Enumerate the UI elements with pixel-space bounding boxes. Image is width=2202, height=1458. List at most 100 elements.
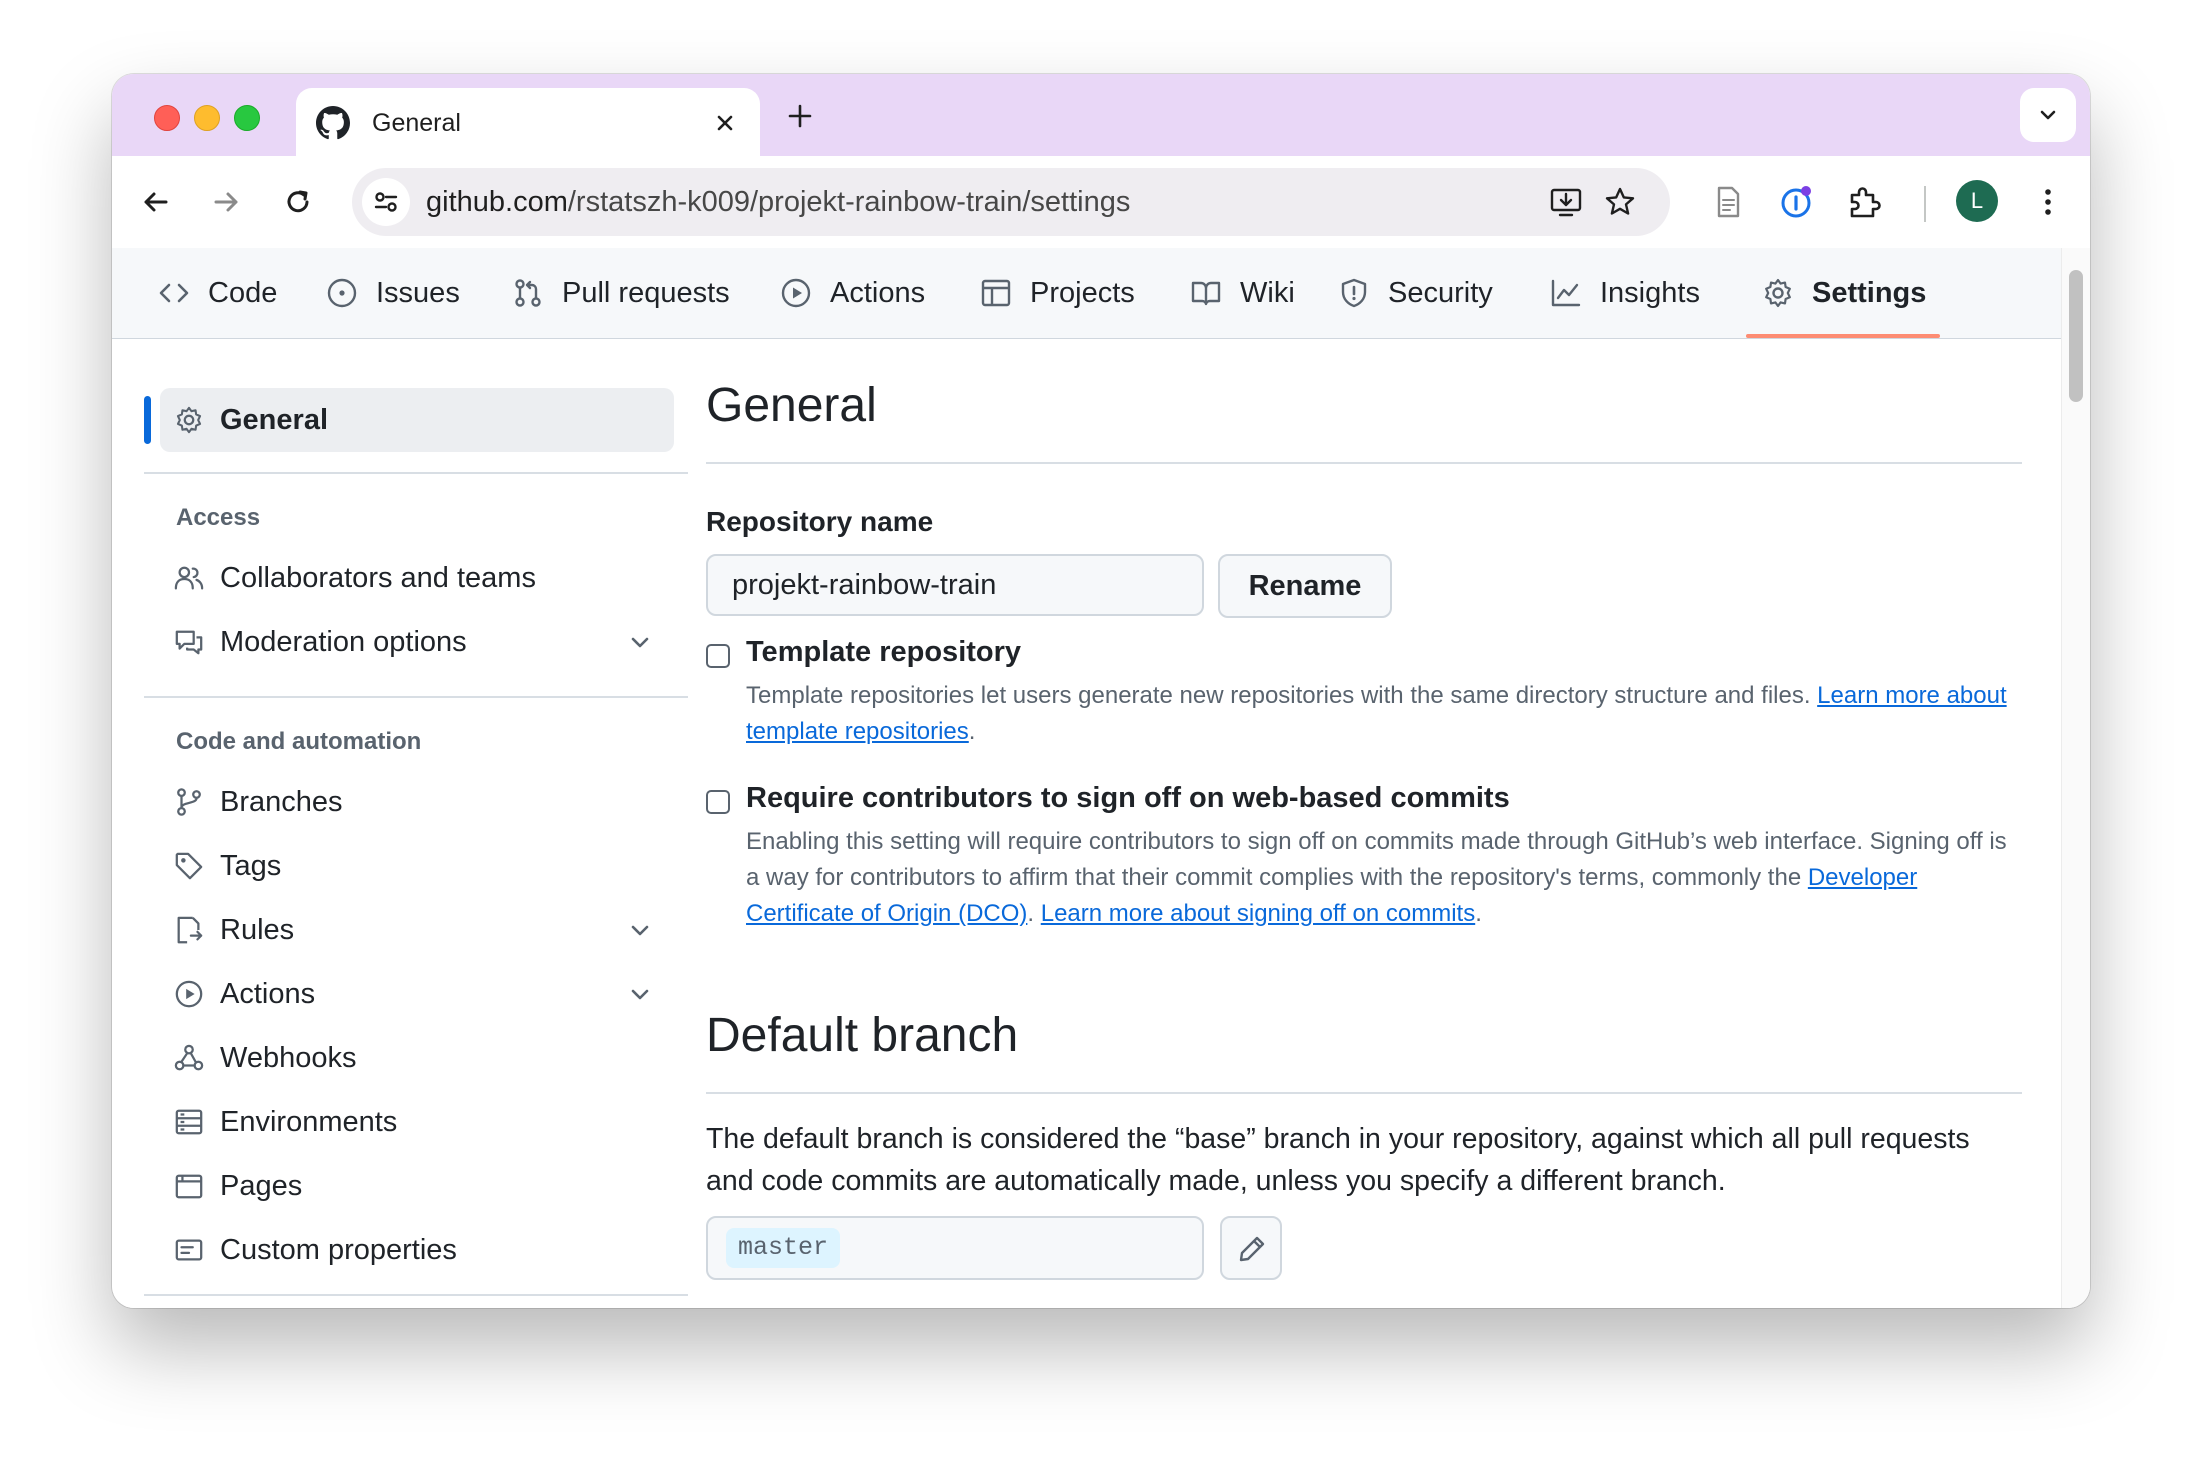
play-icon	[172, 977, 206, 1011]
reload-icon[interactable]	[278, 182, 318, 222]
tab-title: General	[372, 109, 461, 137]
sidebar-heading-access: Access	[176, 504, 261, 531]
sidebar-item-general[interactable]: General	[160, 392, 328, 448]
signoff-learn-more-link[interactable]: Learn more about signing off on commits	[1041, 900, 1475, 927]
shield-icon	[1341, 278, 1367, 308]
signoff-note: Enabling this setting will require contr…	[746, 824, 2014, 932]
branch-name-badge: master	[726, 1228, 841, 1268]
page-title: General	[706, 379, 877, 432]
chevron-down-icon	[2040, 110, 2056, 120]
maximize-window-button[interactable]	[234, 105, 260, 131]
browser-tab[interactable]: General	[296, 88, 760, 156]
sidebar-item-label: Actions	[220, 977, 316, 1010]
branch-icon	[172, 785, 206, 819]
bookmark-star-icon[interactable]	[1602, 184, 1638, 220]
default-branch-description: The default branch is considered the “ba…	[706, 1123, 1970, 1197]
pencil-icon	[1239, 1236, 1265, 1262]
password-manager-icon[interactable]	[1776, 182, 1816, 222]
forward-arrow-icon[interactable]	[206, 182, 246, 222]
tab-settings-label: Settings	[1812, 276, 1927, 309]
extensions-puzzle-icon[interactable]	[1844, 182, 1884, 222]
tab-wiki[interactable]: Wiki	[1190, 248, 1295, 338]
back-arrow-icon[interactable]	[136, 182, 176, 222]
sidebar-item-custom-properties[interactable]: Custom properties	[160, 1222, 457, 1278]
pull-request-icon	[515, 279, 541, 307]
browser-toolbar: github.com/rstatszh-k009/projekt-rainbow…	[112, 156, 2090, 249]
tab-insights[interactable]: Insights	[1550, 248, 1700, 338]
signoff-checkbox[interactable]	[706, 790, 730, 814]
edit-default-branch-button[interactable]	[1220, 1216, 1282, 1280]
sidebar-item-label: Branches	[220, 785, 343, 818]
tag-icon	[172, 849, 206, 883]
sidebar-divider	[144, 1294, 688, 1296]
template-note-text: Template repositories let users generate…	[746, 682, 1818, 709]
url-path: /rstatszh-k009/projekt-rainbow-train/set…	[567, 186, 1131, 218]
reading-mode-icon[interactable]	[1708, 182, 1748, 222]
gear-icon	[1765, 278, 1791, 308]
sidebar-item-tags[interactable]: Tags	[160, 838, 281, 894]
sidebar-item-rules[interactable]: Rules	[160, 902, 294, 958]
sidebar-item-label: Custom properties	[220, 1233, 457, 1266]
repository-name-input[interactable]	[706, 554, 1204, 616]
scrollbar-thumb[interactable]	[2069, 270, 2083, 402]
close-window-button[interactable]	[154, 105, 180, 131]
tab-code[interactable]: Code	[158, 248, 277, 338]
gear-icon	[172, 403, 206, 437]
github-logo-icon	[316, 106, 350, 140]
chevron-down-icon[interactable]	[626, 916, 654, 944]
tab-issues-label: Issues	[376, 276, 460, 309]
tab-insights-label: Insights	[1600, 276, 1700, 309]
kebab-menu-icon[interactable]	[2028, 182, 2068, 222]
section-divider	[706, 1092, 2022, 1094]
address-bar[interactable]: github.com/rstatszh-k009/projekt-rainbow…	[352, 168, 1670, 236]
sidebar-item-branches[interactable]: Branches	[160, 774, 343, 830]
tab-projects[interactable]: Projects	[980, 248, 1135, 338]
rules-icon	[172, 913, 206, 947]
tab-actions-label: Actions	[830, 276, 926, 309]
play-icon	[781, 278, 811, 308]
close-tab-icon[interactable]	[710, 108, 740, 138]
sidebar-item-label: Collaborators and teams	[220, 561, 536, 594]
sidebar-item-pages[interactable]: Pages	[160, 1158, 302, 1214]
toolbar-separator	[1924, 186, 1926, 222]
book-icon	[1191, 281, 1221, 306]
profile-avatar[interactable]: L	[1956, 180, 1998, 222]
sidebar-item-label: Pages	[220, 1169, 303, 1202]
sidebar-item-collaborators[interactable]: Collaborators and teams	[160, 550, 536, 606]
tab-pull-requests-label: Pull requests	[562, 276, 730, 309]
tab-actions[interactable]: Actions	[780, 248, 925, 338]
minimize-window-button[interactable]	[194, 105, 220, 131]
tune-icon	[374, 192, 398, 212]
install-app-icon[interactable]	[1548, 184, 1584, 220]
browser-icon	[172, 1169, 206, 1203]
template-repository-checkbox[interactable]	[706, 644, 730, 668]
default-branch-title: Default branch	[706, 1009, 1019, 1062]
tab-search-button[interactable]	[2020, 88, 2076, 142]
template-repository-title: Template repository	[746, 636, 1022, 668]
tab-issues[interactable]: Issues	[326, 248, 460, 338]
url-host: github.com	[426, 186, 568, 218]
tab-wiki-label: Wiki	[1240, 276, 1295, 309]
page-scrollbar[interactable]	[2061, 248, 2090, 1308]
section-divider	[706, 462, 2022, 464]
repo-navigation: Code Issues Pull requests Actions Projec…	[112, 248, 2090, 339]
tab-pull-requests[interactable]: Pull requests	[512, 248, 730, 338]
new-tab-icon[interactable]	[782, 98, 818, 134]
default-branch-field: master	[706, 1216, 1204, 1280]
tab-settings[interactable]: Settings	[1762, 248, 1926, 338]
sidebar-item-environments[interactable]: Environments	[160, 1094, 397, 1150]
tab-projects-label: Projects	[1030, 276, 1135, 309]
chevron-down-icon[interactable]	[626, 980, 654, 1008]
tab-security[interactable]: Security	[1338, 248, 1493, 338]
site-info-button[interactable]	[362, 178, 410, 226]
url-text[interactable]: github.com/rstatszh-k009/projekt-rainbow…	[426, 185, 1130, 219]
sidebar-active-indicator	[144, 396, 151, 444]
sidebar-item-webhooks[interactable]: Webhooks	[160, 1030, 357, 1086]
chevron-down-icon[interactable]	[626, 628, 654, 656]
tab-security-label: Security	[1388, 276, 1493, 309]
sidebar-item-moderation[interactable]: Moderation options	[160, 614, 467, 670]
rename-button[interactable]: Rename	[1218, 554, 1392, 618]
sidebar-item-label: Rules	[220, 913, 295, 946]
signoff-note-mid: .	[1027, 900, 1041, 927]
sidebar-item-actions[interactable]: Actions	[160, 966, 315, 1022]
